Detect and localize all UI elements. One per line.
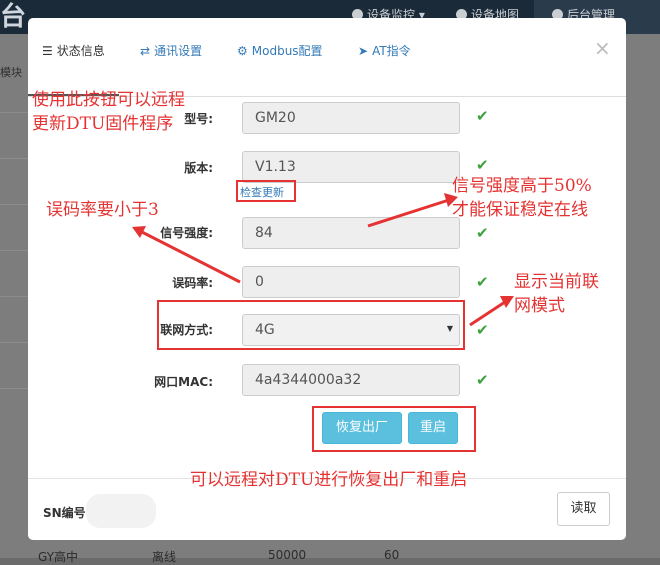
annotation-update-text: 使用此按钮可以远程 更新DTU固件程序 xyxy=(32,90,185,134)
annotation-network-text: 显示当前联 网模式 xyxy=(514,272,599,316)
annotation-signal-text: 信号强度高于50% 才能保证稳定在线 xyxy=(452,176,592,220)
annotation-reset-text: 可以远程对DTU进行恢复出厂和重启 xyxy=(190,470,468,490)
annotation-error-rate-text: 误码率要小于3 xyxy=(46,200,159,220)
